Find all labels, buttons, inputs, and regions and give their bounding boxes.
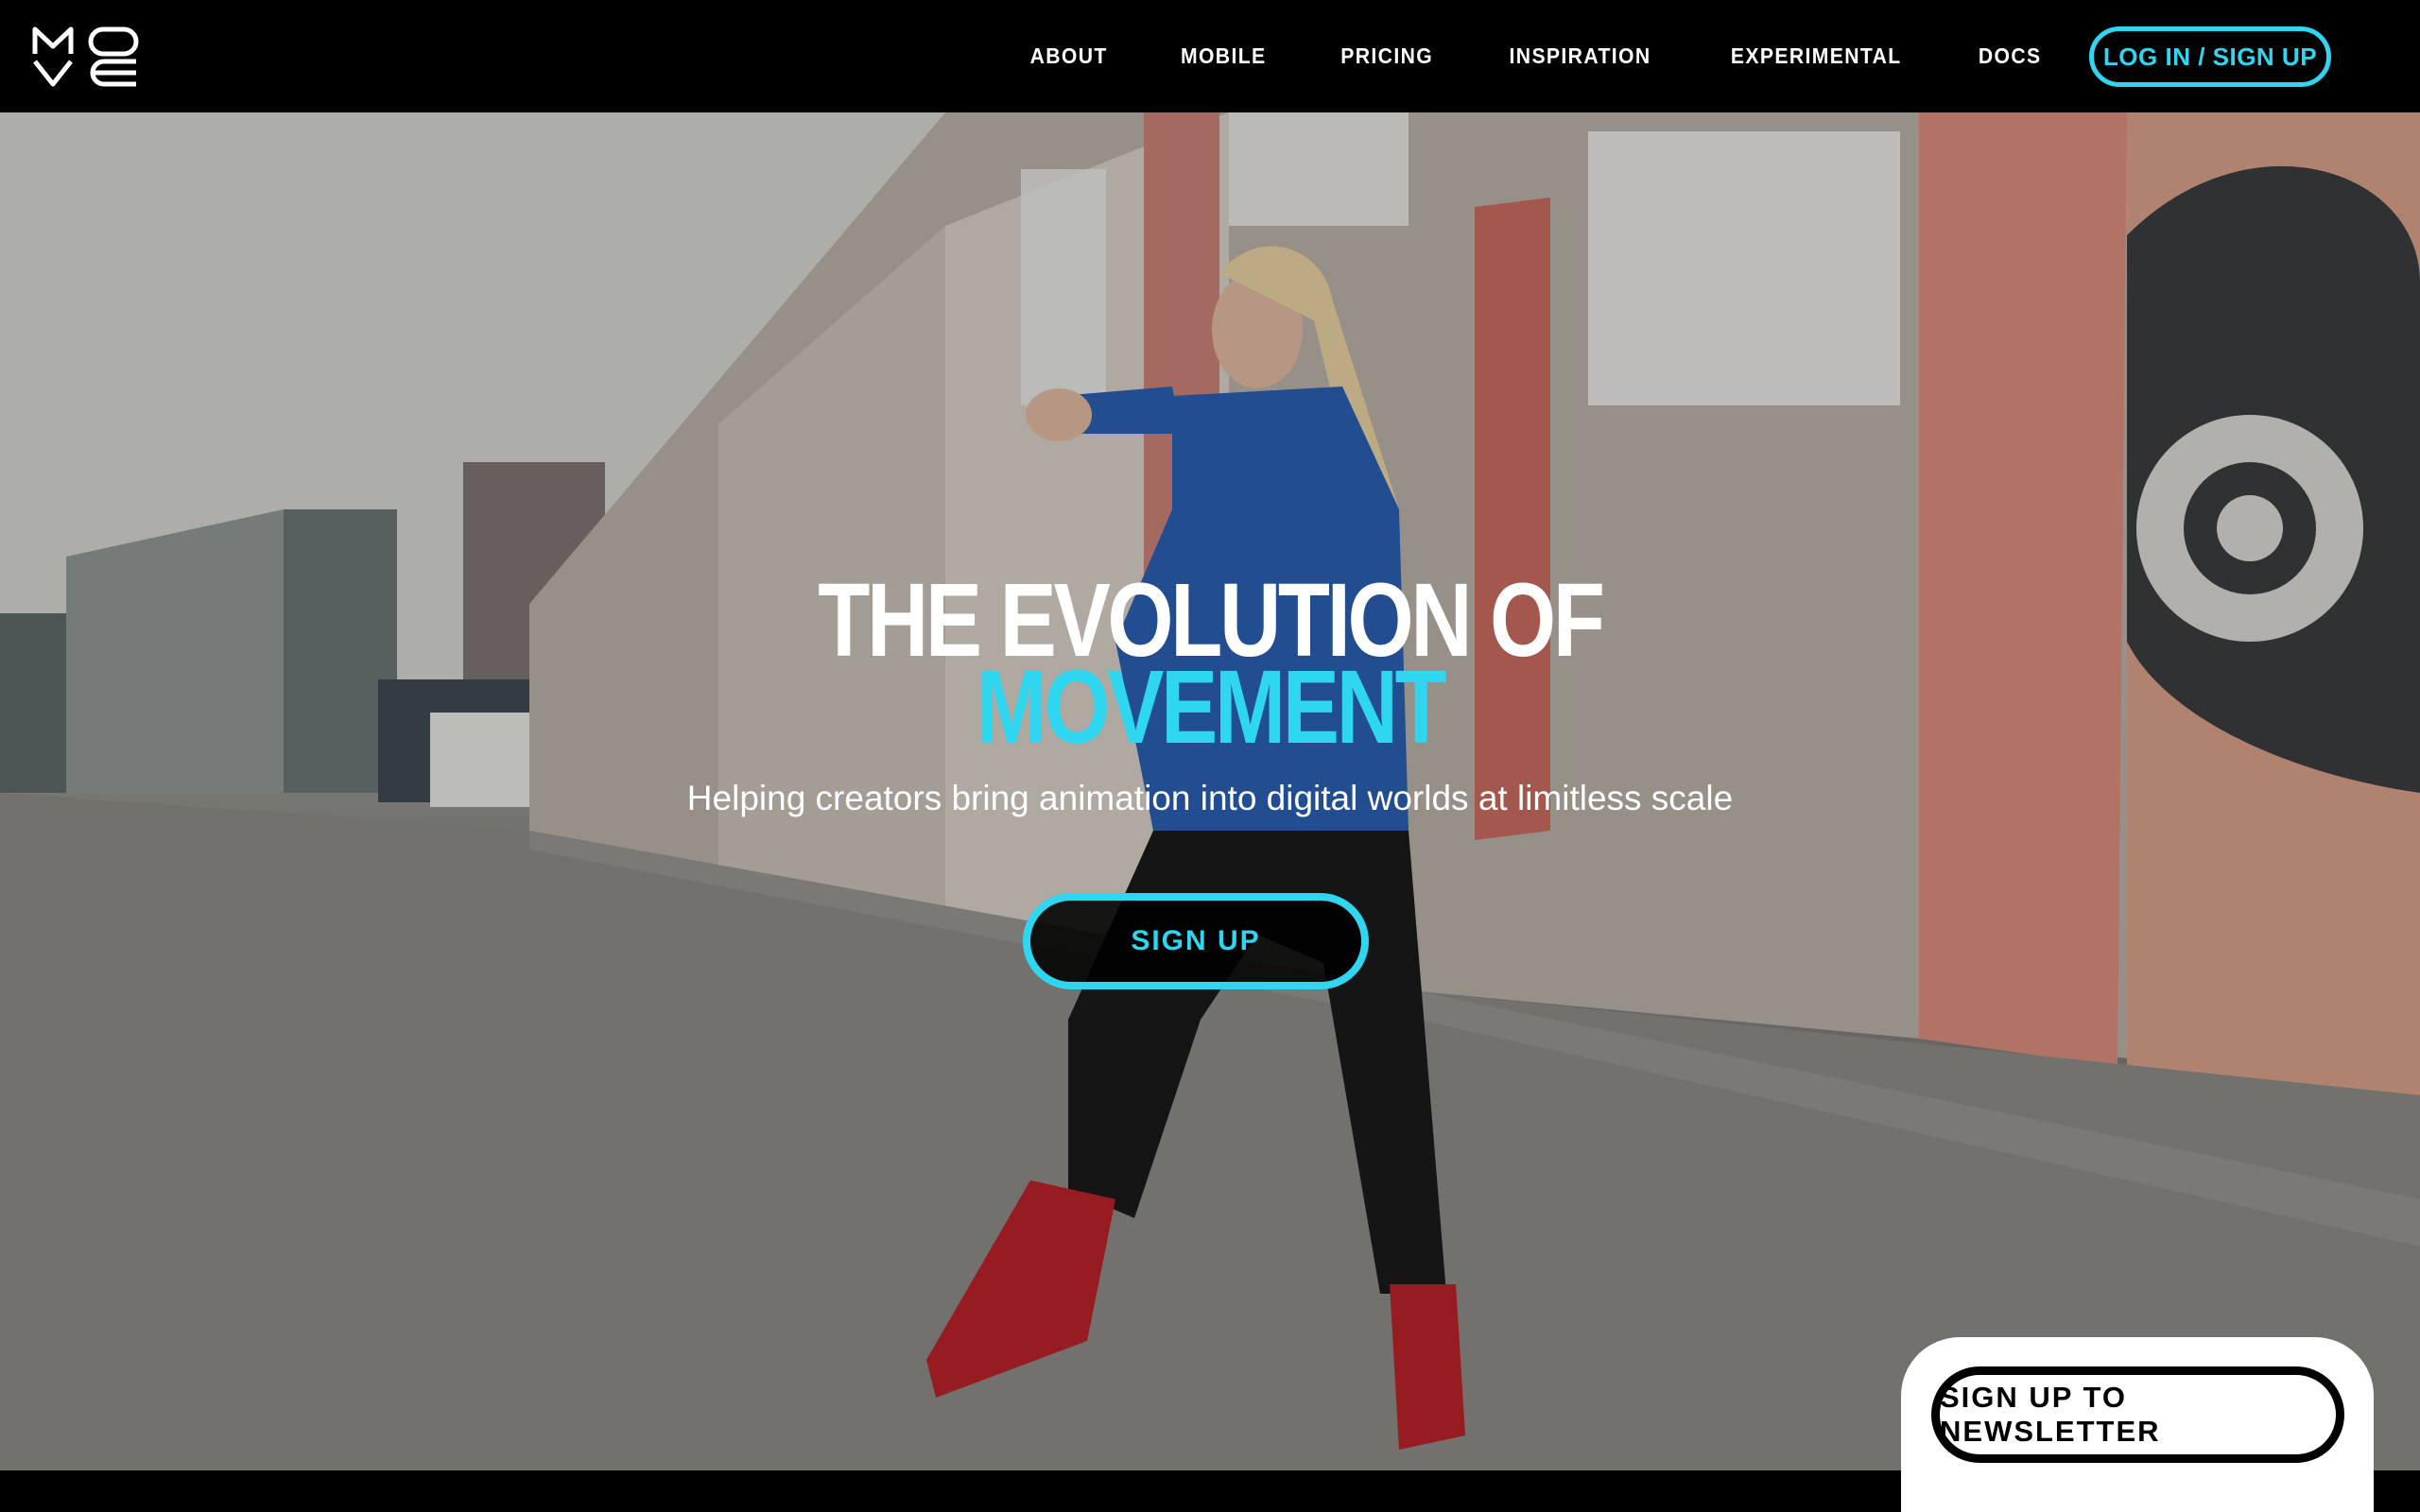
nav-links: ABOUT MOBILE PRICING INSPIRATION EXPERIM… [960,0,2044,112]
hero-title: THE EVOLUTION OF MOVEMENT [0,569,2420,765]
nav-item-mobile[interactable]: MOBILE [1181,43,1267,69]
top-navigation: ABOUT MOBILE PRICING INSPIRATION EXPERIM… [0,0,2420,112]
nav-item-pricing[interactable]: PRICING [1340,43,1433,69]
hero-title-line2: MOVEMENT [976,649,1447,765]
nav-item-about[interactable]: ABOUT [1030,43,1108,69]
hero-section: THE EVOLUTION OF MOVEMENT Helping creato… [0,112,2420,1470]
newsletter-signup-button[interactable]: SIGN UP TO NEWSLETTER [1931,1366,2344,1463]
hero-signup-button[interactable]: SIGN UP [1023,893,1369,989]
login-signup-button[interactable]: LOG IN / SIGN UP [2089,26,2331,87]
move-logo-icon[interactable] [32,26,140,88]
nav-item-docs[interactable]: DOCS [1978,43,2041,69]
nav-item-experimental[interactable]: EXPERIMENTAL [1731,43,1902,69]
nav-item-inspiration[interactable]: INSPIRATION [1510,43,1651,69]
hero-subtitle: Helping creators bring animation into di… [686,779,1734,817]
